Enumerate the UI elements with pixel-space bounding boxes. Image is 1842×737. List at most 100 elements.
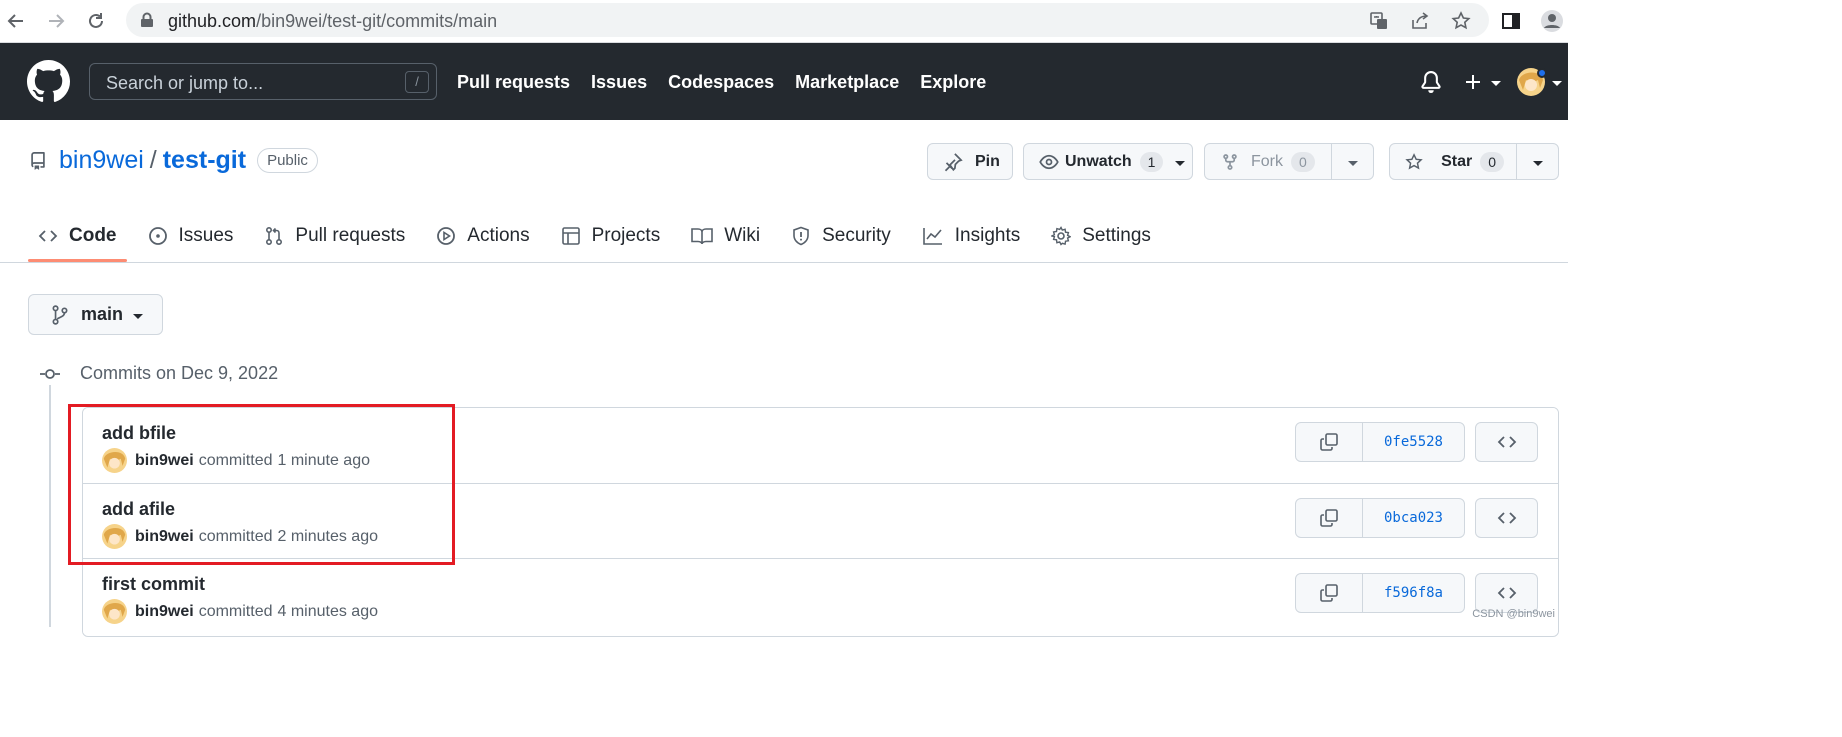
- tab-wiki[interactable]: Wiki: [681, 210, 770, 262]
- create-new-button[interactable]: [1464, 43, 1501, 120]
- repo-tabs: Code Issues Pull requests Actions Projec…: [28, 210, 1172, 262]
- branch-name: main: [81, 304, 124, 324]
- watch-label: Unwatch: [1065, 152, 1132, 170]
- commit-sha-link[interactable]: 0bca023: [1363, 499, 1464, 537]
- fork-icon: [1223, 153, 1237, 170]
- copy-sha-button[interactable]: [1296, 423, 1363, 461]
- github-logo-icon: [27, 60, 70, 102]
- fork-count: 0: [1291, 151, 1315, 172]
- nav-codespaces[interactable]: Codespaces: [668, 72, 774, 93]
- code-icon: [1497, 436, 1516, 448]
- branch-select-button[interactable]: main: [28, 294, 163, 335]
- tab-label: Wiki: [724, 225, 761, 246]
- bookmark-star-button[interactable]: [1449, 9, 1473, 33]
- commit-list: add bfile bin9wei committed 1 minute ago…: [82, 407, 1559, 637]
- commit-author-link[interactable]: bin9wei: [135, 452, 194, 470]
- play-icon: [437, 227, 456, 245]
- tab-insights[interactable]: Insights: [912, 210, 1030, 262]
- fork-button-group: Fork 0: [1204, 143, 1374, 180]
- commit-sha-link[interactable]: 0fe5528: [1363, 423, 1464, 461]
- commit-row: add bfile bin9wei committed 1 minute ago…: [83, 408, 1558, 483]
- translate-icon: [1370, 12, 1387, 29]
- star-button[interactable]: Star 0: [1390, 144, 1516, 179]
- commit-author-link[interactable]: bin9wei: [135, 603, 194, 621]
- commit-meta: bin9wei committed 4 minutes ago: [102, 599, 378, 624]
- star-dropdown-button[interactable]: [1516, 144, 1558, 179]
- copy-sha-button[interactable]: [1296, 574, 1363, 612]
- github-header: Search or jump to... / Pull requests Iss…: [0, 43, 1568, 120]
- translate-button[interactable]: [1367, 9, 1391, 33]
- repo-separator: /: [149, 146, 157, 174]
- fork-dropdown-button[interactable]: [1331, 144, 1373, 179]
- nav-pull-requests[interactable]: Pull requests: [457, 72, 570, 93]
- back-button[interactable]: [2, 7, 30, 35]
- star-count: 0: [1480, 151, 1504, 172]
- branch-icon: [52, 304, 68, 325]
- commit-author-link[interactable]: bin9wei: [135, 528, 194, 546]
- side-panel-button[interactable]: [1498, 8, 1524, 34]
- commit-time: 2 minutes ago: [277, 527, 378, 545]
- forward-button[interactable]: [42, 7, 70, 35]
- tab-actions[interactable]: Actions: [426, 210, 539, 262]
- reload-icon: [89, 13, 103, 28]
- repo-owner-link[interactable]: bin9wei: [59, 146, 144, 175]
- code-icon: [1497, 587, 1516, 599]
- repo-name-link[interactable]: test-git: [163, 146, 246, 175]
- tab-issues[interactable]: Issues: [138, 210, 244, 262]
- tab-settings[interactable]: Settings: [1041, 210, 1161, 262]
- commit-message-link[interactable]: add bfile: [102, 423, 176, 444]
- browse-repo-at-commit-button[interactable]: [1475, 573, 1538, 613]
- reload-button[interactable]: [82, 7, 110, 35]
- search-shortcut-key: /: [405, 71, 429, 93]
- commit-sha-link[interactable]: f596f8a: [1363, 574, 1464, 612]
- commit-sha-group: f596f8a: [1295, 573, 1465, 613]
- tab-label: Security: [822, 225, 891, 246]
- pull-request-icon: [266, 226, 283, 246]
- user-menu-button[interactable]: [1517, 43, 1562, 120]
- chevron-down-icon: [1532, 160, 1543, 166]
- commit-meta: bin9wei committed 1 minute ago: [102, 448, 370, 473]
- nav-issues[interactable]: Issues: [591, 72, 647, 93]
- commit-time: 1 minute ago: [277, 451, 370, 469]
- search-input[interactable]: Search or jump to... /: [89, 63, 437, 100]
- address-bar[interactable]: github.com/bin9wei/test-git/commits/main: [126, 3, 1489, 37]
- author-avatar[interactable]: [102, 448, 127, 473]
- star-button-group: Star 0: [1389, 143, 1559, 180]
- tab-projects[interactable]: Projects: [551, 210, 671, 262]
- browse-repo-at-commit-button[interactable]: [1475, 498, 1538, 538]
- code-icon: [1497, 512, 1516, 524]
- commit-node-icon: [40, 369, 60, 379]
- commit-message-link[interactable]: add afile: [102, 499, 175, 520]
- tabs-divider: [0, 262, 1568, 263]
- author-avatar[interactable]: [102, 524, 127, 549]
- profile-button[interactable]: [1539, 8, 1565, 34]
- commit-message-link[interactable]: first commit: [102, 574, 205, 595]
- copy-sha-button[interactable]: [1296, 499, 1363, 537]
- share-icon: [1412, 12, 1429, 29]
- book-icon: [691, 228, 714, 245]
- watch-button[interactable]: Unwatch 1: [1023, 143, 1193, 180]
- tab-security[interactable]: Security: [781, 210, 901, 262]
- commit-time: 4 minutes ago: [277, 602, 378, 620]
- commit-verb: committed: [198, 602, 273, 620]
- tab-label: Insights: [954, 225, 1021, 246]
- share-button[interactable]: [1408, 9, 1432, 33]
- pin-button[interactable]: Pin: [927, 143, 1013, 180]
- tab-code[interactable]: Code: [28, 210, 127, 262]
- gear-icon: [1051, 226, 1072, 246]
- copy-icon: [1320, 433, 1338, 451]
- nav-marketplace[interactable]: Marketplace: [795, 72, 899, 93]
- notifications-button[interactable]: [1420, 43, 1442, 120]
- bell-icon: [1421, 70, 1441, 93]
- search-placeholder: Search or jump to...: [106, 73, 264, 93]
- table-icon: [561, 227, 580, 245]
- fork-button[interactable]: Fork 0: [1205, 144, 1331, 179]
- chevron-down-icon: [1491, 80, 1501, 86]
- browse-repo-at-commit-button[interactable]: [1475, 422, 1538, 462]
- tab-pull-requests[interactable]: Pull requests: [254, 210, 415, 262]
- github-logo-link[interactable]: [27, 60, 70, 103]
- arrow-right-icon: [49, 14, 65, 28]
- nav-explore[interactable]: Explore: [920, 72, 986, 93]
- repo-icon: [31, 151, 45, 170]
- author-avatar[interactable]: [102, 599, 127, 624]
